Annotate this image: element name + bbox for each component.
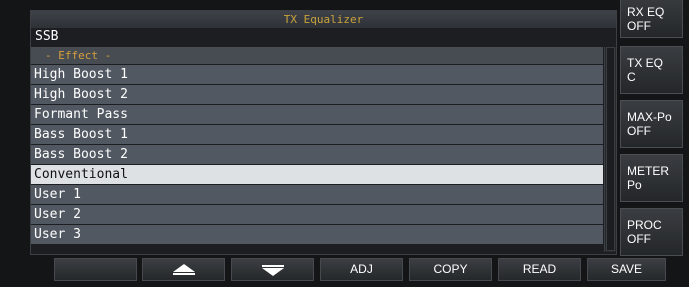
proc-key-value: OFF <box>627 232 651 246</box>
triangle-down-icon <box>261 267 284 276</box>
bottom-key-bar: ADJ COPY READ SAVE <box>0 258 689 281</box>
scrollbar[interactable] <box>604 47 616 252</box>
list-item-bass-boost-1[interactable]: Bass Boost 1 <box>31 125 603 145</box>
adj-button[interactable]: ADJ <box>320 258 403 281</box>
tx-eq-key-label: TX EQ <box>627 56 664 70</box>
max-po-key[interactable]: MAX-Po OFF <box>620 100 683 148</box>
tx-eq-key-value: C <box>627 70 636 84</box>
list-header: - Effect - <box>31 47 603 65</box>
list-item-bass-boost-2[interactable]: Bass Boost 2 <box>31 145 603 165</box>
list-item-user-1[interactable]: User 1 <box>31 185 603 205</box>
meter-key[interactable]: METER Po <box>620 154 683 202</box>
copy-button[interactable]: COPY <box>409 258 492 281</box>
proc-key[interactable]: PROC OFF <box>620 208 683 256</box>
meter-key-value: Po <box>627 178 642 192</box>
list-item-user-2[interactable]: User 2 <box>31 205 603 225</box>
scrollbar-thumb[interactable] <box>606 47 615 251</box>
list-item-high-boost-1[interactable]: High Boost 1 <box>31 65 603 85</box>
rx-eq-key-value: OFF <box>627 19 651 33</box>
max-po-key-value: OFF <box>627 124 651 138</box>
scroll-down-button[interactable] <box>231 258 314 281</box>
max-po-key-label: MAX-Po <box>627 110 672 124</box>
meter-key-label: METER <box>627 164 669 178</box>
list-item-formant-pass[interactable]: Formant Pass <box>31 105 603 125</box>
mode-label: SSB <box>35 29 59 44</box>
read-button[interactable]: READ <box>498 258 581 281</box>
triangle-down-icon-base <box>262 265 284 267</box>
triangle-up-icon <box>172 263 195 272</box>
blank-key[interactable] <box>54 258 137 281</box>
list-item-user-3[interactable]: User 3 <box>31 225 603 245</box>
proc-key-label: PROC <box>627 218 662 232</box>
rx-eq-key-label: RX EQ <box>627 5 665 19</box>
triangle-up-icon-base <box>173 273 195 275</box>
list-item-conventional[interactable]: Conventional <box>31 165 603 185</box>
save-button[interactable]: SAVE <box>587 258 666 281</box>
scroll-up-button[interactable] <box>142 258 225 281</box>
effect-list: - Effect - High Boost 1 High Boost 2 For… <box>31 47 603 252</box>
list-item-high-boost-2[interactable]: High Boost 2 <box>31 85 603 105</box>
rx-eq-key[interactable]: RX EQ OFF <box>620 0 683 38</box>
equalizer-panel: TX Equalizer SSB - Effect - High Boost 1… <box>30 10 617 255</box>
window-title: TX Equalizer <box>31 11 616 28</box>
tx-equalizer-screen: TX Equalizer SSB - Effect - High Boost 1… <box>0 0 689 287</box>
tx-eq-key[interactable]: TX EQ C <box>620 46 683 94</box>
